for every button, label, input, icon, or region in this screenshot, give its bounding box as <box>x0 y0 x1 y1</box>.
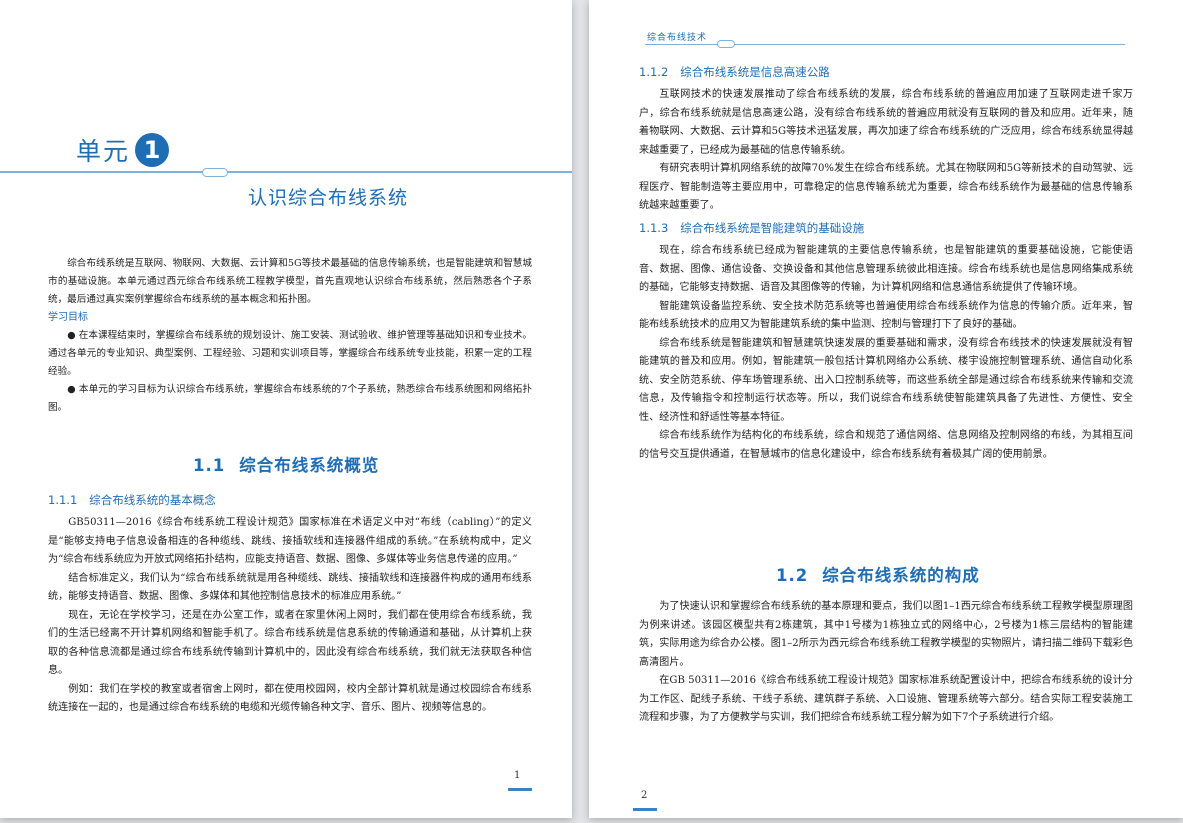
intro-paragraph: 综合布线系统是互联网、物联网、大数据、云计算和5G等技术最基础的信息传输系统，也… <box>48 258 532 305</box>
subsection-heading-1-1-1: 1.1.1 综合布线系统的基本概念 <box>48 492 216 508</box>
body-paragraph: 综合布线系统是智能建筑和智慧建筑快速发展的重要基础和需求，没有综合布线技术的快速… <box>639 337 1133 423</box>
section-body: 为了快速认识和掌握综合布线系统的基本原理和要点，我们以图1–1西元综合布线系统工… <box>639 598 1133 728</box>
subsection-heading-1-1-2: 1.1.2 综合布线系统是信息高速公路 <box>639 64 830 80</box>
section-number: 1.2 <box>776 566 809 585</box>
subsection-body: GB50311—2016《综合布线系统工程设计规范》国家标准在术语定义中对“布线… <box>48 514 532 718</box>
subsection-body: 现在，综合布线系统已经成为智能建筑的主要信息传输系统，也是智能建筑的重要基础设施… <box>639 242 1133 464</box>
body-paragraph: 综合布线系统作为结构化的布线系统，综合和规范了通信网络、信息网络及控制网络的布线… <box>639 430 1133 460</box>
subsection-heading-1-1-3: 1.1.3 综合布线系统是智能建筑的基础设施 <box>639 220 864 236</box>
learning-goal-item: ● 本单元的学习目标为认识综合布线系统，掌握综合布线系统的7个子系统，熟悉综合布… <box>48 384 532 413</box>
body-paragraph: 在GB 50311—2016《综合布线系统工程设计规范》国家标准系统配置设计中，… <box>639 675 1133 723</box>
learning-goal-item: ● 在本课程结束时，掌握综合布线系统的规划设计、施工安装、测试验收、维护管理等基… <box>48 330 532 377</box>
unit-header: 单元 1 <box>76 132 170 168</box>
unit-intro: 综合布线系统是互联网、物联网、大数据、云计算和5G等技术最基础的信息传输系统，也… <box>48 255 532 417</box>
page-number: 1 <box>514 770 521 781</box>
left-page: 单元 1 认识综合布线系统 综合布线系统是互联网、物联网、大数据、云计算和5G等… <box>0 0 572 818</box>
subsection-title: 综合布线系统是智能建筑的基础设施 <box>680 221 865 235</box>
body-paragraph: 有研究表明计算机网络系统的故障70%发生在综合布线系统。尤其在物联网和5G等新技… <box>639 163 1133 211</box>
body-paragraph: 例如：我们在学校的教室或者宿舍上网时，都在使用校园网，校内全部计算机就是通过校园… <box>48 683 532 714</box>
body-paragraph: 现在，综合布线系统已经成为智能建筑的主要信息传输系统，也是智能建筑的重要基础设施… <box>639 245 1133 293</box>
section-title: 综合布线系统的构成 <box>822 566 980 585</box>
body-paragraph: GB50311—2016《综合布线系统工程设计规范》国家标准在术语定义中对“布线… <box>48 517 532 565</box>
unit-title: 认识综合布线系统 <box>248 187 409 209</box>
body-paragraph: 智能建筑设备监控系统、安全技术防范系统等也普遍使用综合布线系统作为信息的传输介质… <box>639 300 1133 331</box>
running-head: 综合布线技术 <box>647 33 708 43</box>
page-number-bar <box>633 808 657 811</box>
subsection-number: 1.1.1 <box>48 493 78 507</box>
unit-number-badge: 1 <box>135 133 170 167</box>
section-number: 1.1 <box>193 456 226 475</box>
section-heading-1-2: 1.2 综合布线系统的构成 <box>776 562 980 586</box>
section-title: 综合布线系统概览 <box>239 456 380 475</box>
body-paragraph: 现在，无论在学校学习，还是在办公室工作，或者在家里休闲上网时，我们都在使用综合布… <box>48 609 532 677</box>
divider-tab <box>202 168 228 177</box>
subsection-number: 1.1.2 <box>639 65 669 79</box>
body-paragraph: 互联网技术的快速发展推动了综合布线系统的发展，综合布线系统的普遍应用加速了互联网… <box>639 89 1133 156</box>
right-page: 综合布线技术 1.1.2 综合布线系统是信息高速公路 互联网技术的快速发展推动了综… <box>589 0 1183 818</box>
subsection-body: 互联网技术的快速发展推动了综合布线系统的发展，综合布线系统的普遍应用加速了互联网… <box>639 86 1133 216</box>
page-number-bar <box>508 788 532 791</box>
section-heading-1-1: 1.1 综合布线系统概览 <box>193 452 379 476</box>
body-paragraph: 为了快速认识和掌握综合布线系统的基本原理和要点，我们以图1–1西元综合布线系统工… <box>639 601 1133 668</box>
subsection-title: 综合布线系统的基本概念 <box>89 493 216 507</box>
subsection-title: 综合布线系统是信息高速公路 <box>680 65 830 79</box>
learning-goals-heading: 学习目标 <box>48 312 88 323</box>
body-paragraph: 结合标准定义，我们认为“综合布线系统就是用各种缆线、跳线、接插软线和连接器件构成… <box>48 572 532 603</box>
subsection-number: 1.1.3 <box>639 221 669 235</box>
unit-label: 单元 <box>76 137 131 166</box>
unit-divider <box>0 171 572 173</box>
page-number: 2 <box>641 790 648 801</box>
running-head-tab <box>717 40 735 48</box>
